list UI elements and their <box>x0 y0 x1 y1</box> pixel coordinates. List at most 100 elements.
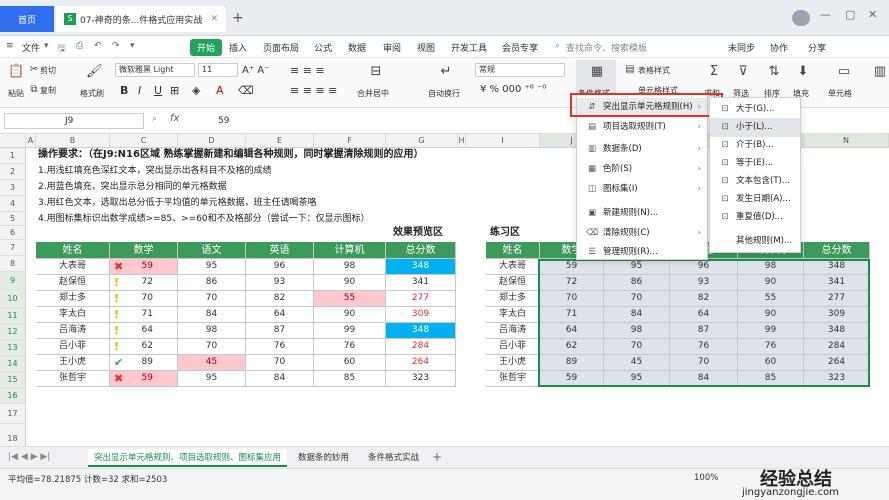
name-box[interactable]: J9 <box>4 113 144 129</box>
font-color-icon[interactable]: A <box>216 84 224 97</box>
preview-cell[interactable]: 277 <box>386 291 456 307</box>
preview-cell[interactable]: 王小虎 <box>36 355 110 371</box>
row-header-7[interactable]: 7 <box>0 240 26 256</box>
preview-cell[interactable]: 70 <box>110 291 178 307</box>
font-select[interactable]: 微软雅黑 Light <box>115 63 195 77</box>
cond-menu-item-2[interactable]: ▥ 数据条(D) › <box>577 140 707 159</box>
preview-cell[interactable]: 张哲宇 <box>36 371 110 387</box>
close-tab-icon[interactable]: ✕ <box>210 14 218 24</box>
preview-cell[interactable]: 71 <box>110 307 178 323</box>
menu-view[interactable]: 视图 <box>417 41 435 54</box>
menu-review[interactable]: 审阅 <box>383 41 401 54</box>
font-grow-icon[interactable]: A⁺ A⁻ <box>242 65 269 76</box>
submenu-item-1[interactable]: ⊡ 小于(L)... <box>710 118 800 137</box>
sort-icon[interactable]: ⇅ <box>766 64 782 80</box>
paste-button[interactable]: 粘贴 <box>8 88 24 99</box>
preview-cell[interactable]: 264 <box>386 355 456 371</box>
column-header-N[interactable]: N <box>804 134 889 148</box>
row-header-13[interactable]: 13 <box>0 340 26 356</box>
preview-cell[interactable]: 吕小菲 <box>36 339 110 355</box>
practice-cell[interactable]: 张哲宇 <box>486 371 540 387</box>
preview-cell[interactable]: 309 <box>386 307 456 323</box>
preview-cell[interactable]: 98 <box>314 259 386 275</box>
column-header-A[interactable]: A <box>26 134 36 148</box>
row-header-4[interactable]: 4 <box>0 196 26 212</box>
clear-icon[interactable]: ⌫ <box>238 84 254 97</box>
more-icon[interactable]: ▾ <box>130 41 135 51</box>
preview-cell[interactable]: 82 <box>246 291 314 307</box>
row-header-9[interactable]: 9 <box>0 272 26 290</box>
row-header-15[interactable]: 15 <box>0 372 26 388</box>
preview-cell[interactable]: 341 <box>386 275 456 291</box>
hamburger-icon[interactable]: ≡ <box>6 41 14 51</box>
cell-icon[interactable]: ▭ <box>836 64 852 80</box>
preview-cell[interactable]: 70 <box>178 339 246 355</box>
preview-cell[interactable]: 李太白 <box>36 307 110 323</box>
align-top-icon[interactable]: ≡ ≡ ≡ <box>290 64 325 77</box>
practice-cell[interactable]: 大表哥 <box>486 259 540 275</box>
cond-menu-item-5[interactable]: ▣ 新建规则(N)... <box>577 204 707 223</box>
sheet-tab-2[interactable]: 数据条的妙用 <box>292 449 355 467</box>
cond-format-icon[interactable]: ▦ <box>589 64 605 80</box>
practice-cell[interactable]: 赵保恒 <box>486 275 540 291</box>
preview-cell[interactable]: 96 <box>246 259 314 275</box>
row-header-3[interactable]: 3 <box>0 180 26 196</box>
dropdown-icon[interactable]: ▾ <box>44 41 49 51</box>
submenu-item-0[interactable]: ⊡ 大于(G)... <box>710 100 800 119</box>
row-header-8[interactable]: 8 <box>0 256 26 272</box>
table-style-button[interactable]: 表格样式 <box>638 65 670 76</box>
table-style-icon[interactable]: ▤ <box>622 62 638 78</box>
sheet-tab-3[interactable]: 条件格式实战 <box>362 449 425 467</box>
row-header-11[interactable]: 11 <box>0 308 26 324</box>
border-icon[interactable]: ⊞ <box>170 84 179 97</box>
column-header-I[interactable]: I <box>466 134 540 148</box>
search-command-input[interactable]: 查找命令、搜索模板 <box>566 41 647 54</box>
redo-icon[interactable]: ↷ <box>112 41 120 51</box>
formula-input[interactable]: 59 <box>196 113 566 129</box>
percent-icon[interactable]: ¥ % 000 ⁺⁰ ⁻⁰ <box>480 84 546 95</box>
corner-cell[interactable] <box>0 134 26 148</box>
menu-insert[interactable]: 插入 <box>229 41 247 54</box>
maximize-icon[interactable]: ▢ <box>845 8 855 21</box>
home-tab[interactable]: 首页 <box>0 6 54 32</box>
submenu-item-3[interactable]: ⊡ 等于(E)... <box>710 154 800 173</box>
avatar[interactable] <box>792 10 810 26</box>
font-size-select[interactable]: 11 <box>198 63 238 77</box>
preview-cell[interactable]: 70 <box>178 291 246 307</box>
row-header-2[interactable]: 2 <box>0 164 26 180</box>
preview-cell[interactable]: 90 <box>314 307 386 323</box>
menu-developer[interactable]: 开发工具 <box>451 41 487 54</box>
column-header-D[interactable]: D <box>178 134 246 148</box>
submenu-other-rules[interactable]: 其他规则(M)... <box>710 232 800 251</box>
preview-cell[interactable]: 98 <box>178 323 246 339</box>
preview-cell[interactable]: 93 <box>246 275 314 291</box>
bold-icon[interactable]: B <box>120 84 128 97</box>
fx-button[interactable]: fx <box>170 113 179 124</box>
print-icon[interactable]: ⎙ <box>76 41 83 51</box>
cut-button[interactable]: 剪切 <box>40 65 56 76</box>
preview-cell[interactable]: 84 <box>178 307 246 323</box>
preview-cell[interactable]: 郑士多 <box>36 291 110 307</box>
submenu-item-4[interactable]: ⊡ 文本包含(T)... <box>710 172 800 191</box>
practice-cell[interactable]: 李太白 <box>486 307 540 323</box>
cond-menu-item-7[interactable]: ☰ 管理规则(R)... <box>577 243 707 262</box>
preview-cell[interactable]: 87 <box>246 323 314 339</box>
cond-menu-item-6[interactable]: ⌫ 清除规则(C) › <box>577 224 707 243</box>
preview-cell[interactable]: 赵保恒 <box>36 275 110 291</box>
preview-cell[interactable]: 99 <box>314 323 386 339</box>
row-header-10[interactable]: 10 <box>0 290 26 308</box>
merge-button[interactable]: 合并居中 <box>357 88 389 99</box>
preview-cell[interactable]: 90 <box>314 275 386 291</box>
preview-cell[interactable]: 95 <box>178 371 246 387</box>
preview-cell[interactable]: 284 <box>386 339 456 355</box>
fill-color-icon[interactable]: ◈ <box>192 84 200 97</box>
row-header-1[interactable]: 1 <box>0 148 26 164</box>
sheet-tab-1[interactable]: 突出显示单元格规则、项目选取规则、图标集应用 <box>88 449 288 467</box>
preview-cell[interactable]: 323 <box>386 371 456 387</box>
zoom-icon[interactable]: ⌕ <box>152 114 157 124</box>
submenu-item-5[interactable]: ⊡ 发生日期(A)... <box>710 190 800 209</box>
column-header-F[interactable]: F <box>314 134 386 148</box>
align-left-icon[interactable]: ≡ ≡ ≡ ≡ <box>290 84 337 97</box>
undo-icon[interactable]: ↶ <box>94 41 102 51</box>
column-header-E[interactable]: E <box>246 134 314 148</box>
